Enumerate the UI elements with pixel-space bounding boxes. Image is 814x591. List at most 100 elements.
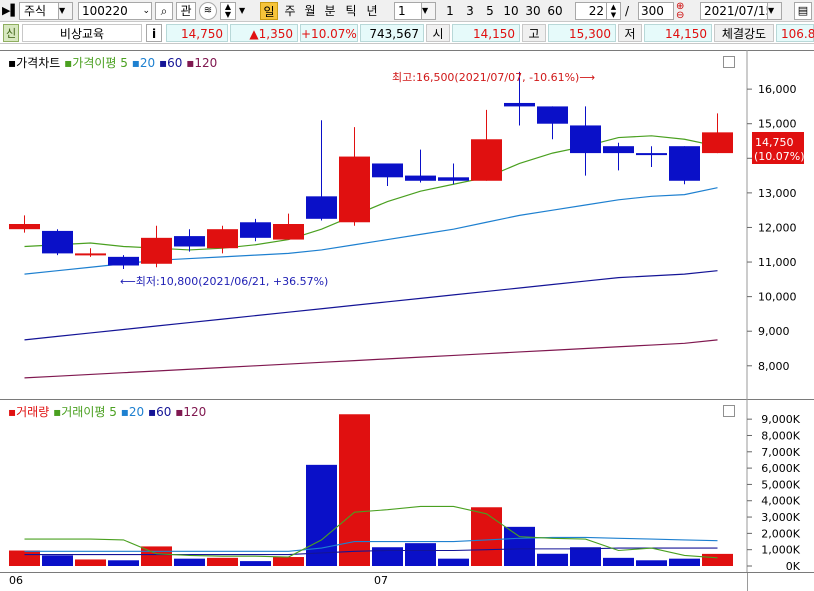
candle-body	[9, 224, 40, 230]
strength-label: 체결강도	[714, 24, 774, 42]
interval-5-button[interactable]: 5	[481, 2, 499, 20]
volume-bar	[42, 555, 73, 566]
candle-body	[537, 106, 568, 124]
chevron-down-icon[interactable]: ▼	[239, 2, 249, 20]
volume-tick-label: 0K	[786, 560, 801, 572]
candle-body	[108, 256, 139, 266]
interval-60-button[interactable]: 60	[545, 2, 565, 20]
date-value: 2021/07/15	[704, 4, 774, 18]
count-stepper-icon[interactable]: ▲ ▼	[606, 3, 620, 19]
interval-select[interactable]: 1 ▼	[394, 2, 436, 20]
price-tick-label: 9,000	[758, 325, 790, 338]
zoom-icon[interactable]: ⊕ ⊖	[676, 2, 690, 21]
low-annotation: ⟵최저:10,800(2021/06/21, +36.57%)	[120, 275, 328, 288]
volume-tick-label: 3,000K	[761, 511, 800, 524]
up-down-stepper[interactable]: ▲ ▼	[220, 2, 236, 20]
link-icon[interactable]: ≋	[199, 2, 217, 20]
candle-body	[372, 163, 403, 178]
stock-code-input[interactable]: 100220 ⌄	[78, 2, 152, 20]
price-tick-label: 12,000	[758, 221, 797, 234]
volume-bar	[702, 553, 733, 566]
price-tick-label: 8,000	[758, 360, 790, 373]
volume-tick-label: 5,000K	[761, 478, 800, 491]
period-week-button[interactable]: 주	[281, 2, 299, 20]
date-input[interactable]: 2021/07/15 ▼	[700, 2, 782, 20]
high-annotation: 최고:16,500(2021/07/07, -10.61%)⟶	[392, 71, 595, 84]
interval-select-value: 1	[398, 4, 406, 18]
volume-bar	[306, 464, 337, 566]
x-axis-label-june: 06	[9, 574, 23, 587]
volume-tick-label: 9,000K	[761, 413, 800, 426]
candle-body	[42, 230, 73, 254]
market-select[interactable]: 주식 ▼	[19, 2, 73, 20]
price-tick-label: 10,000	[758, 291, 797, 304]
volume-bar	[9, 550, 40, 566]
volume-bar	[636, 560, 667, 566]
price-ma120-line	[24, 339, 718, 379]
period-minute-button[interactable]: 분	[321, 2, 339, 20]
candle-body	[75, 253, 106, 256]
volume-bar	[108, 560, 139, 566]
info-button[interactable]: i	[146, 24, 162, 42]
current-price: 14,750	[166, 24, 228, 42]
open-label: 시	[426, 24, 450, 42]
panel-toggle-icon[interactable]: ▶▌	[2, 2, 19, 20]
view-count-value: 22	[588, 4, 604, 18]
volume-chart-svg: 0K 1,000K 2,000K 3,000K 4,000K 5,000K 6,000K 7,…	[9, 399, 801, 572]
interval-10-button[interactable]: 10	[501, 2, 521, 20]
volume-bar	[240, 561, 271, 566]
quote-bar: 신 비상교육 i 14,750 ▲1,350 +10.07% 743,567 시…	[0, 22, 814, 44]
chevron-down-icon[interactable]: ▼	[58, 3, 72, 19]
stock-code-value: 100220	[82, 4, 128, 18]
toolbar: ▶▌ 주식 ▼ 100220 ⌄ ⌕ 관 ≋ ▲ ▼ ▼ 일 주 월 분 틱 년 …	[0, 0, 814, 22]
candle-body	[636, 153, 667, 156]
candle-body	[174, 236, 205, 247]
volume-bar	[75, 559, 106, 566]
low-label: 저	[618, 24, 642, 42]
candle-body	[240, 222, 271, 238]
volume-bar	[438, 558, 469, 566]
candle-body	[603, 146, 634, 154]
count-slash: /	[625, 4, 630, 18]
volume-bar	[570, 547, 601, 566]
price-tick-label: 15,000	[758, 118, 797, 131]
candle-body	[405, 175, 436, 181]
interval-30-button[interactable]: 30	[523, 2, 543, 20]
chevron-down-icon[interactable]: ⌄	[142, 3, 150, 19]
trade-volume: 743,567	[360, 24, 424, 42]
view-count-input[interactable]: 22 ▲ ▼	[575, 2, 621, 20]
period-day-button[interactable]: 일	[260, 2, 278, 20]
candle-body	[702, 132, 733, 154]
settings-icon[interactable]: ▤	[794, 2, 812, 20]
price-chart-svg: 8,0009,00010,00011,00012,00013,00014,000…	[9, 50, 805, 399]
volume-tick-label: 2,000K	[761, 527, 800, 540]
candle-body	[471, 139, 502, 181]
period-tick-button[interactable]: 틱	[342, 2, 360, 20]
price-change: ▲1,350	[230, 24, 298, 42]
period-month-button[interactable]: 월	[301, 2, 319, 20]
volume-bar	[207, 557, 238, 566]
search-icon: ⌕	[160, 4, 168, 18]
candle-body	[306, 196, 337, 219]
credit-badge: 신	[3, 24, 19, 42]
x-axis: 06 07	[0, 572, 814, 591]
price-axis: 8,0009,00010,00011,00012,00013,00014,000…	[747, 83, 797, 373]
x-axis-label-july: 07	[374, 574, 388, 587]
low-price: 14,150	[644, 24, 712, 42]
interval-3-button[interactable]: 3	[461, 2, 479, 20]
volume-tick-label: 7,000K	[761, 446, 800, 459]
gwan-button[interactable]: 관	[176, 2, 196, 20]
volume-bar	[174, 558, 205, 566]
total-count-input[interactable]: 300	[638, 2, 674, 20]
interval-1-button[interactable]: 1	[441, 2, 459, 20]
price-tick-label: 13,000	[758, 187, 797, 200]
chevron-down-icon[interactable]: ▼	[421, 3, 435, 19]
high-label: 고	[522, 24, 546, 42]
price-tick-label: 16,000	[758, 83, 797, 96]
current-price-marker-value: 14,750	[755, 136, 794, 149]
volume-tick-label: 8,000K	[761, 429, 800, 442]
volume-tick-label: 4,000K	[761, 495, 800, 508]
search-button[interactable]: ⌕	[155, 2, 173, 20]
chevron-down-icon[interactable]: ▼	[767, 3, 781, 19]
period-year-button[interactable]: 년	[363, 2, 381, 20]
